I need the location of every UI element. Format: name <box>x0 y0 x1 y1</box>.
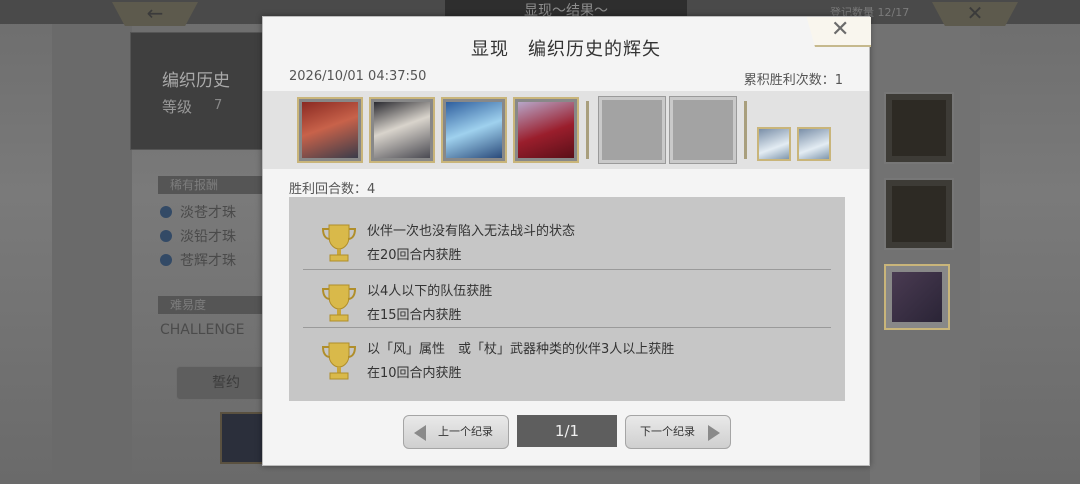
orb-icon <box>160 230 172 242</box>
bg-level-value: 7 <box>214 98 223 113</box>
bg-reward-item: 淡苍才珠 <box>160 202 236 222</box>
bg-difficulty-header: 难易度 <box>158 296 268 314</box>
page-indicator: 1/1 <box>517 415 617 447</box>
party-divider <box>586 101 589 159</box>
mission-item: 伙伴一次也没有陷入无法战斗的状态 在20回合内获胜 <box>289 211 845 269</box>
mission-item: 以4人以下的队伍获胜 在15回合内获胜 <box>289 271 845 329</box>
party-divider <box>744 101 747 159</box>
close-icon: ✕ <box>831 17 850 42</box>
portrait-dark-hair-nun[interactable] <box>369 97 435 163</box>
portrait-red-hair-warrior[interactable] <box>297 97 363 163</box>
bg-bottom-button[interactable] <box>220 412 266 464</box>
portrait-blue-hair-mage[interactable] <box>441 97 507 163</box>
mission-divider <box>303 269 831 270</box>
trophy-icon <box>321 224 357 262</box>
mission-condition: 在20回合内获胜 <box>367 248 462 263</box>
bg-thumbnail[interactable] <box>884 178 954 250</box>
trophy-icon <box>321 284 357 322</box>
bg-reward-item: 淡铅才珠 <box>160 226 236 246</box>
bg-reward-item: 苍辉才珠 <box>160 250 236 270</box>
mission-title: 以「风」属性 或「杖」武器种类的伙伴3人以上获胜 <box>367 342 675 357</box>
bg-left-column <box>52 24 132 484</box>
empty-party-slot <box>669 96 737 164</box>
mission-list: 伙伴一次也没有陷入无法战斗的状态 在20回合内获胜 以4人以下的队伍获胜 在15… <box>289 197 845 401</box>
modal-title: 显现 编织历史的辉矢 <box>471 39 661 60</box>
next-record-label: 下一个纪录 <box>640 425 695 438</box>
mission-divider <box>303 327 831 328</box>
arrow-right-icon <box>708 425 720 441</box>
bg-level-label: 等级 <box>162 98 193 116</box>
bg-thumbnail[interactable] <box>884 92 954 164</box>
mission-condition: 在15回合内获胜 <box>367 308 462 323</box>
bg-close-button[interactable]: ✕ <box>932 2 1018 26</box>
back-button[interactable]: ← <box>112 2 198 26</box>
prev-record-button[interactable]: 上一个纪录 <box>403 415 509 449</box>
orb-icon <box>160 206 172 218</box>
orb-icon <box>160 254 172 266</box>
total-wins: 累积胜利次数：1 <box>743 73 843 88</box>
result-modal: 显现 编织历史的辉矢 ✕ 2026/10/01 04:37:50 累积胜利次数：… <box>262 16 871 466</box>
arrow-left-icon <box>414 425 426 441</box>
sub-unicorn-icon[interactable] <box>757 127 791 161</box>
bg-difficulty-value: CHALLENGE <box>160 322 245 338</box>
mission-title: 伙伴一次也没有陷入无法战斗的状态 <box>367 224 576 239</box>
mission-condition: 在10回合内获胜 <box>367 366 462 381</box>
sub-dolphin-icon[interactable] <box>797 127 831 161</box>
bg-quest-panel <box>130 32 270 150</box>
portrait-silver-hair-girl[interactable] <box>513 97 579 163</box>
mission-item: 以「风」属性 或「杖」武器种类的伙伴3人以上获胜 在10回合内获胜 <box>289 329 845 387</box>
bg-quest-title: 编织历史 <box>162 71 230 91</box>
next-record-button[interactable]: 下一个纪录 <box>625 415 731 449</box>
bg-reward-header: 稀有报酬 <box>158 176 268 194</box>
mission-title: 以4人以下的队伍获胜 <box>367 284 493 299</box>
bg-thumbnail[interactable] <box>884 264 950 330</box>
empty-party-slot <box>598 96 666 164</box>
trophy-icon <box>321 342 357 380</box>
win-rounds: 胜利回合数：4 <box>289 182 376 197</box>
record-datetime: 2026/10/01 04:37:50 <box>289 69 427 84</box>
pact-button[interactable]: 誓约 <box>176 366 276 400</box>
prev-record-label: 上一个纪录 <box>438 425 493 438</box>
